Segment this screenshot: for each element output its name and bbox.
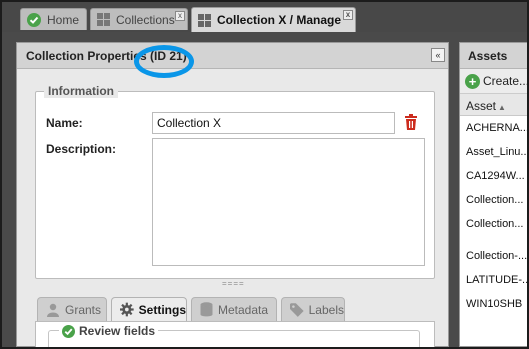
sort-asc-icon: ▲ bbox=[498, 103, 506, 112]
resize-splitter[interactable]: ==== bbox=[222, 279, 245, 288]
subtab-settings[interactable]: Settings bbox=[111, 297, 187, 321]
review-fields-legend: Review fields bbox=[59, 324, 159, 338]
check-circle-icon bbox=[27, 12, 41, 27]
list-item[interactable]: WIN10SHB bbox=[460, 292, 527, 316]
asset-column-label: Asset bbox=[466, 99, 497, 113]
database-icon bbox=[200, 302, 213, 317]
subtab-metadata-label: Metadata bbox=[218, 302, 269, 317]
subtab-grants[interactable]: Grants bbox=[37, 297, 107, 321]
subtab-metadata[interactable]: Metadata bbox=[191, 297, 277, 321]
information-fieldset: Information Name: Description: bbox=[35, 84, 435, 279]
tab-collection-manage[interactable]: Collection X / Manage x bbox=[191, 7, 356, 32]
collection-properties-panel: Collection Properties (ID 21) « Informat… bbox=[16, 42, 449, 347]
description-field[interactable] bbox=[152, 138, 425, 266]
assets-panel: Assets + Create... Asset ▲ ACHERNA... Ass… bbox=[459, 42, 527, 347]
information-legend: Information bbox=[44, 84, 118, 98]
review-fields-label: Review fields bbox=[79, 324, 156, 338]
list-item[interactable]: Collection... bbox=[460, 188, 527, 212]
panel-header: Collection Properties (ID 21) « bbox=[17, 43, 448, 78]
create-asset-label: Create... bbox=[483, 74, 527, 88]
list-item[interactable]: LATITUDE-... bbox=[460, 268, 527, 292]
list-item[interactable]: ACHERNA... bbox=[460, 116, 527, 140]
check-circle-icon bbox=[62, 324, 75, 338]
settings-panel: Review fields bbox=[35, 321, 435, 347]
assets-title: Assets bbox=[460, 43, 527, 69]
subtab-labels[interactable]: Labels bbox=[281, 297, 345, 321]
list-item[interactable]: Collection-... bbox=[460, 244, 527, 268]
highlight-circle bbox=[134, 45, 194, 78]
list-item[interactable]: CA1294W... bbox=[460, 164, 527, 188]
create-asset-button[interactable]: + Create... bbox=[460, 69, 527, 94]
description-label: Description: bbox=[46, 142, 117, 156]
app-window: Home Collections x Collection X / Manage… bbox=[2, 2, 527, 347]
grid-icon bbox=[97, 13, 110, 26]
subtab-grants-label: Grants bbox=[65, 302, 102, 317]
tab-collections[interactable]: Collections x bbox=[90, 8, 188, 30]
list-item[interactable]: Collection... bbox=[460, 212, 527, 236]
collapse-button[interactable]: « bbox=[431, 48, 445, 62]
tab-collections-label: Collections bbox=[116, 12, 175, 27]
tab-home[interactable]: Home bbox=[20, 8, 87, 30]
plus-icon: + bbox=[465, 73, 480, 89]
grid-icon bbox=[198, 13, 211, 27]
tab-collection-manage-label: Collection X / Manage bbox=[217, 13, 342, 27]
close-icon[interactable]: x bbox=[175, 11, 185, 21]
review-fields-fieldset: Review fields bbox=[48, 324, 420, 347]
gear-icon bbox=[120, 302, 134, 317]
subtab-settings-label: Settings bbox=[138, 302, 186, 317]
asset-column-header[interactable]: Asset ▲ bbox=[460, 94, 527, 116]
close-icon[interactable]: x bbox=[343, 10, 353, 20]
trash-icon[interactable] bbox=[404, 114, 418, 130]
subtab-labels-label: Labels bbox=[308, 302, 344, 317]
tag-icon bbox=[290, 302, 304, 317]
user-icon bbox=[47, 303, 59, 317]
list-item[interactable]: Asset_Linu... bbox=[460, 140, 527, 164]
tab-bar: Home Collections x Collection X / Manage… bbox=[2, 2, 527, 32]
name-label: Name: bbox=[46, 116, 83, 130]
tab-home-label: Home bbox=[47, 12, 80, 27]
name-field[interactable] bbox=[152, 112, 395, 134]
